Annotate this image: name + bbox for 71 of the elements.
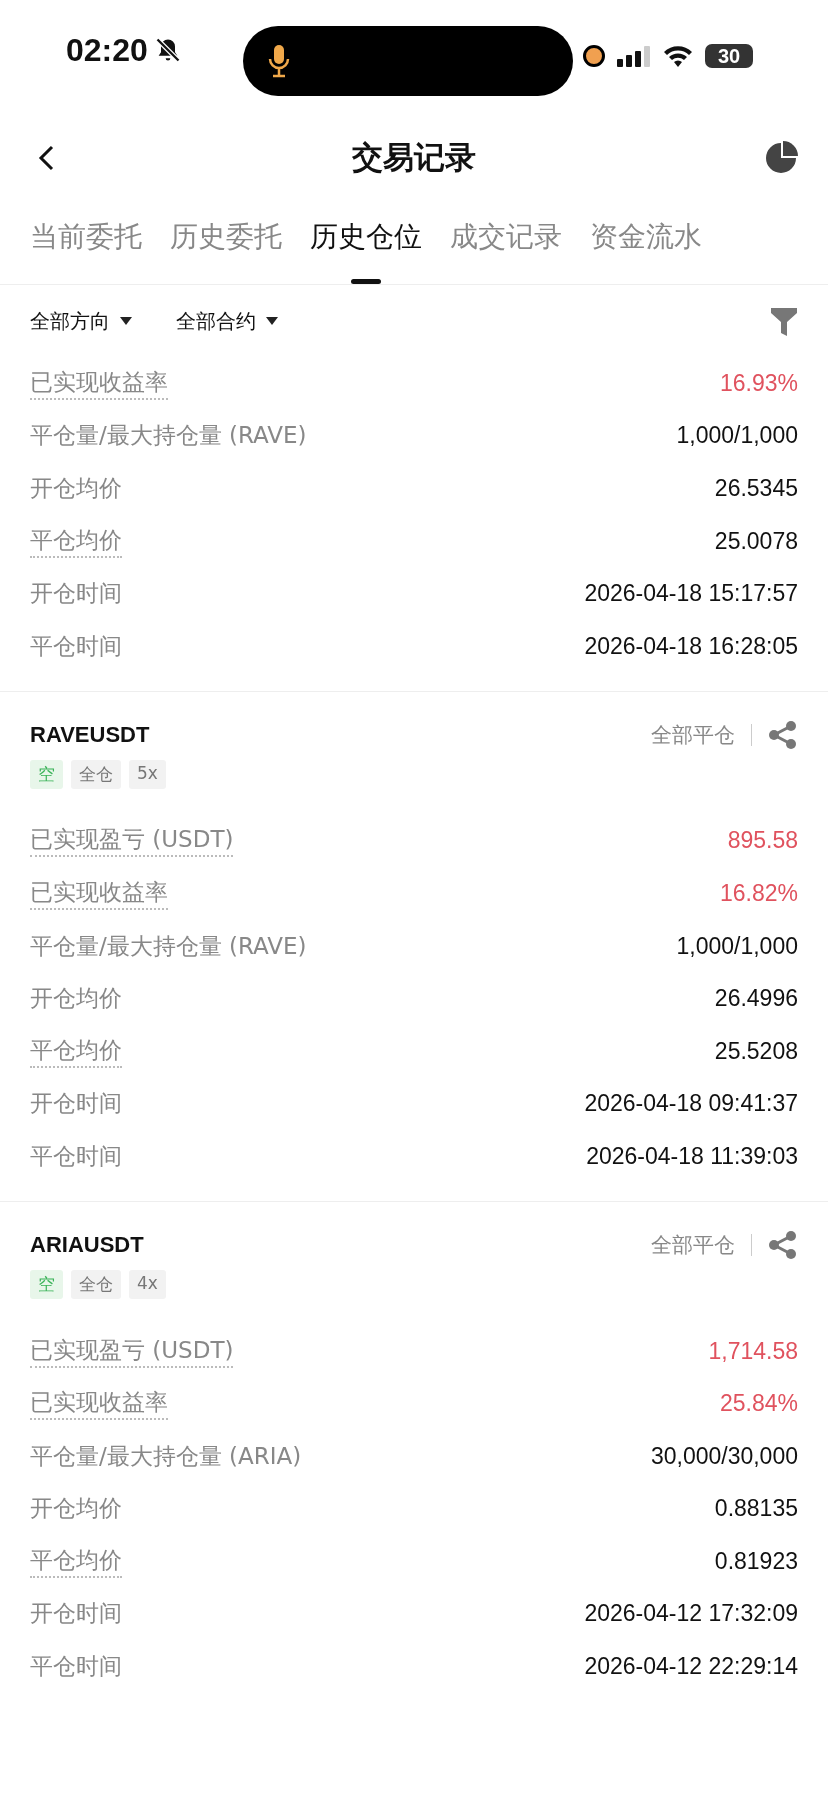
field-value: 16.93%: [720, 369, 798, 397]
position-tag: 5x: [129, 759, 166, 789]
field-value: 26.5345: [714, 475, 798, 502]
field-label: 平仓时间: [30, 1652, 122, 1682]
position-tag: 4x: [129, 1269, 166, 1299]
position-tag: 空: [30, 1269, 63, 1299]
position-tag: 空: [30, 759, 63, 789]
field-label: 平仓时间: [30, 1141, 122, 1171]
field-value: 16.82%: [720, 879, 798, 907]
close-all-button[interactable]: 全部平仓: [651, 720, 735, 749]
field-value: 2026-04-18 16:28:05: [584, 632, 798, 660]
field-label: 开仓均价: [30, 474, 122, 503]
symbol-name: RAVEUSDT: [30, 721, 150, 748]
field-label: 开仓时间: [30, 579, 122, 609]
field-value: 1,000/1,000: [676, 422, 798, 450]
position-tag: 全仓: [71, 1269, 121, 1299]
field-label: 已实现收益率: [30, 876, 168, 910]
filter-icon[interactable]: [770, 306, 798, 336]
field-value: 2026-04-12 22:29:14: [584, 1653, 798, 1681]
field-label: 开仓时间: [30, 1089, 122, 1119]
bell-muted-icon: [153, 36, 182, 64]
clock-time: 02:20: [66, 31, 148, 69]
microphone-icon: [267, 44, 291, 78]
field-value: 1,714.58: [708, 1337, 798, 1365]
field-label: 平仓量/最大持仓量 (RAVE): [30, 421, 307, 451]
field-value: 2026-04-18 15:17:57: [584, 580, 798, 608]
field-value: 25.0078: [714, 527, 798, 555]
field-value: 26.4996: [714, 985, 798, 1013]
recording-dot-icon: [583, 45, 605, 67]
field-label: 平仓量/最大持仓量 (ARIA): [30, 1441, 302, 1471]
field-label: 已实现盈亏 (USDT): [30, 824, 234, 858]
field-label: 已实现收益率: [30, 366, 168, 400]
field-label: 平仓均价: [30, 524, 122, 558]
field-label: 已实现收益率: [30, 1387, 168, 1421]
tab[interactable]: 历史委托: [170, 216, 282, 284]
field-value: 1,000/1,000: [676, 932, 798, 960]
field-value: 25.84%: [720, 1390, 798, 1418]
position-tag: 全仓: [71, 759, 121, 789]
page-title: 交易记录: [352, 138, 476, 177]
tab[interactable]: 资金流水: [590, 216, 702, 284]
share-icon[interactable]: [768, 1229, 798, 1260]
field-label: 平仓均价: [30, 1544, 122, 1578]
tab[interactable]: 历史仓位: [310, 216, 422, 284]
symbol-name: ARIAUSDT: [30, 1231, 144, 1258]
field-value: 25.5208: [714, 1037, 798, 1065]
close-all-button[interactable]: 全部平仓: [651, 1230, 735, 1259]
field-label: 平仓均价: [30, 1034, 122, 1068]
field-value: 895.58: [727, 827, 798, 855]
field-value: 0.88135: [714, 1495, 798, 1523]
field-label: 开仓均价: [30, 984, 122, 1014]
tab[interactable]: 成交记录: [450, 216, 562, 284]
field-label: 平仓时间: [30, 631, 122, 661]
field-label: 平仓量/最大持仓量 (RAVE): [30, 931, 307, 961]
wifi-icon: [663, 45, 693, 67]
pie-chart-icon[interactable]: [764, 141, 798, 175]
battery-level: 30: [705, 44, 753, 68]
signal-icon: [617, 45, 651, 67]
field-label: 开仓时间: [30, 1599, 122, 1629]
field-value: 2026-04-12 17:32:09: [584, 1600, 798, 1628]
field-label: 开仓均价: [30, 1494, 122, 1524]
caret-icon: [266, 317, 278, 325]
tab[interactable]: 当前委托: [30, 216, 142, 284]
field-value: 0.81923: [714, 1547, 798, 1575]
field-value: 2026-04-18 11:39:03: [586, 1142, 798, 1170]
field-value: 2026-04-18 09:41:37: [584, 1090, 798, 1118]
caret-icon: [120, 317, 132, 325]
share-icon[interactable]: [768, 719, 798, 750]
field-value: 30,000/30,000: [650, 1442, 798, 1470]
field-label: 已实现盈亏 (USDT): [30, 1334, 234, 1368]
filter-dropdown[interactable]: 全部合约: [176, 307, 278, 335]
filter-dropdown[interactable]: 全部方向: [30, 307, 132, 335]
